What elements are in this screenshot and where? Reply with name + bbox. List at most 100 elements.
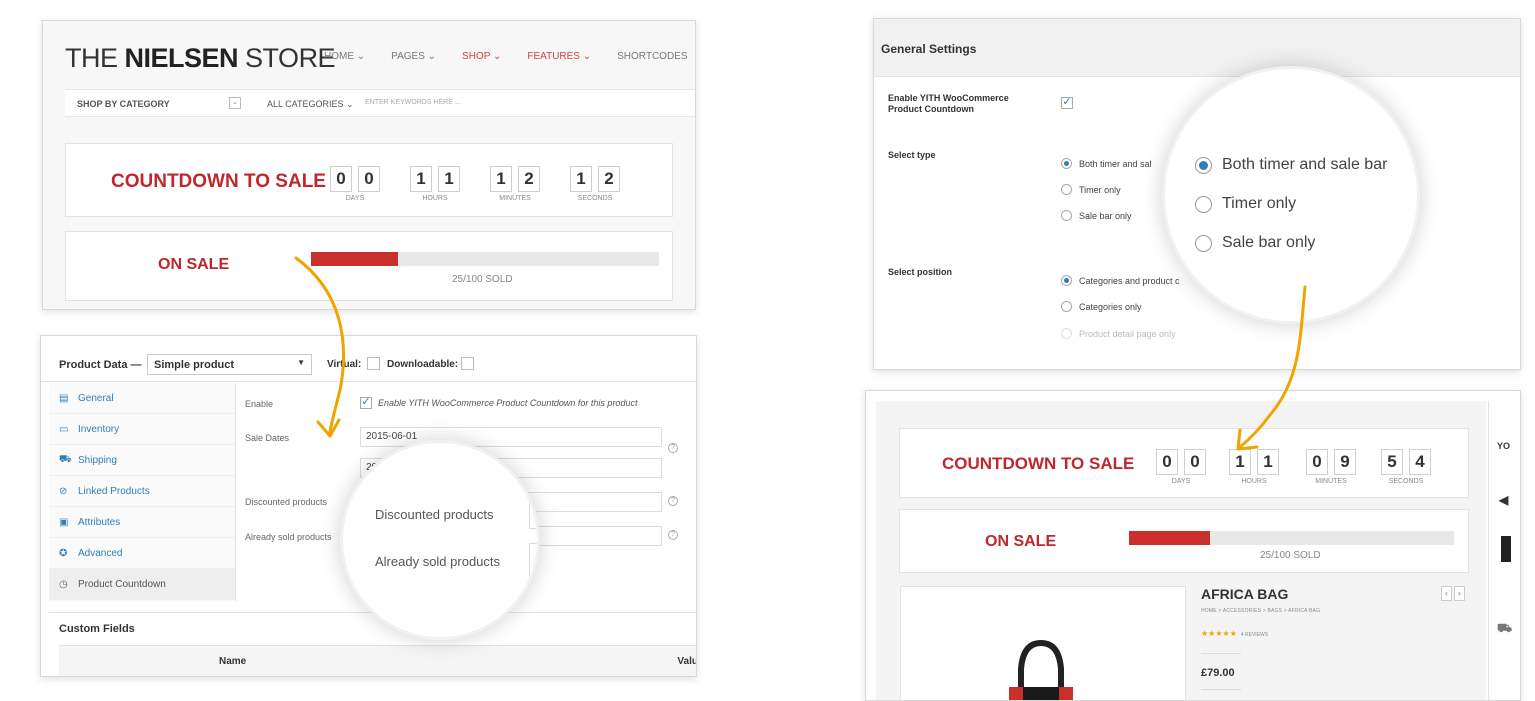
nav-pages[interactable]: PAGES ⌄ [378, 51, 449, 62]
breadcrumb[interactable]: HOME > ACCESSORIES > BAGS > AFRICA BAG [1201, 608, 1320, 614]
countdown-minutes: 12 MINUTES [490, 166, 540, 202]
on-sale-title: ON SALE [985, 533, 1057, 550]
settings-header: General Settings [874, 19, 1520, 77]
sale-progress-bar [311, 252, 659, 266]
product-data-header: Product Data — Simple product ▼ Virtual: … [41, 348, 696, 382]
type-both-radio[interactable]: Both timer and sal [1061, 158, 1152, 169]
chevron-left-icon[interactable]: ‹ [1441, 586, 1452, 601]
nav-features[interactable]: FEATURES ⌄ [514, 51, 604, 62]
product-price: £79.00 [1201, 667, 1235, 679]
already-sold-label: Already sold products [245, 532, 332, 542]
sale-progress-bar [1129, 531, 1454, 545]
column-value: Valu [677, 656, 697, 667]
countdown-box-top: COUNTDOWN TO SALE 00 DAYS 11 HOURS 12 MI… [65, 143, 673, 217]
position-product-radio[interactable]: Product detail page only [1061, 328, 1176, 339]
magnified-timer-radio[interactable]: Timer only [1195, 195, 1296, 213]
radio-icon [1061, 210, 1072, 221]
side-column: YO ◀ ⛟ [1488, 401, 1520, 700]
position-categories-radio[interactable]: Categories only [1061, 301, 1142, 312]
tab-shipping[interactable]: ⛟ Shipping [49, 445, 235, 476]
countdown-days: 00 DAYS [1156, 449, 1206, 485]
nav-shop[interactable]: SHOP ⌄ [449, 51, 514, 62]
help-icon[interactable]: ? [668, 496, 678, 506]
enable-checkbox[interactable]: ✓ [360, 397, 372, 409]
keyword-search-input[interactable]: ENTER KEYWORDS HERE ... [365, 99, 461, 106]
radio-icon [1195, 234, 1212, 252]
gear-icon: ✪ [59, 547, 68, 559]
radio-selected-icon [1195, 156, 1212, 174]
all-categories-select[interactable]: ALL CATEGORIES ⌄ [267, 99, 354, 110]
tab-product-countdown[interactable]: ◷ Product Countdown [49, 569, 235, 600]
type-timer-radio[interactable]: Timer only [1061, 184, 1121, 195]
countdown-hours: 11 HOURS [410, 166, 460, 202]
product-data-tabs: ▤ General ▭ Inventory ⛟ Shipping ⊘ Linked Pr… [49, 383, 236, 601]
chevron-down-icon: ▼ [297, 358, 305, 367]
countdown-minutes: 09 MINUTES [1306, 449, 1356, 485]
help-icon[interactable]: ? [668, 443, 678, 453]
countdown-seconds: 54 SECONDS [1381, 449, 1431, 485]
tab-general[interactable]: ▤ General [49, 383, 235, 414]
custom-fields-section: Custom Fields Name Valu [49, 612, 697, 676]
product-type-select[interactable]: Simple product ▼ [147, 354, 312, 375]
rating-stars[interactable]: ★★★★★ 4 REVIEWS [1201, 629, 1268, 638]
tab-inventory[interactable]: ▭ Inventory [49, 414, 235, 445]
shipping-icon: ⛟ [59, 453, 72, 465]
radio-icon [1061, 301, 1072, 312]
side-thumbnail[interactable] [1501, 536, 1511, 562]
shop-by-category[interactable]: SHOP BY CATEGORY [77, 99, 170, 109]
type-salebar-radio[interactable]: Sale bar only [1061, 210, 1132, 221]
countdown-box-bottom: COUNTDOWN TO SALE 00 DAYS 11 HOURS 09 MI… [899, 428, 1469, 498]
tab-linked-products[interactable]: ⊘ Linked Products [49, 476, 235, 507]
select-type-label: Select type [888, 150, 936, 160]
enable-label: Enable [245, 399, 274, 409]
virtual-checkbox[interactable] [367, 357, 380, 370]
magnified-both-radio[interactable]: Both timer and sale bar [1195, 156, 1387, 174]
sale-box-bottom: ON SALE 25/100 SOLD [899, 509, 1469, 573]
magnifier-product-fields: Discounted products Already sold product… [340, 440, 540, 640]
store-preview-panel: THE NIELSEN STORE HOME ⌄ PAGES ⌄ SHOP ⌄ … [42, 20, 696, 310]
radio-selected-icon [1061, 275, 1072, 286]
custom-fields-table-header: Name Valu [59, 645, 697, 676]
countdown-days: 00 DAYS [330, 166, 380, 202]
sale-date-from-input[interactable]: 2015-06-01 [360, 427, 662, 447]
radio-selected-icon [1061, 158, 1072, 169]
magnifier-select-type: Both timer and sale bar Timer only Sale … [1162, 66, 1420, 324]
clock-icon: ◷ [59, 578, 68, 590]
nav-home[interactable]: HOME ⌄ [311, 51, 378, 62]
tab-attributes[interactable]: ▣ Attributes [49, 507, 235, 538]
select-position-label: Select position [888, 267, 953, 277]
radio-icon [1061, 184, 1072, 195]
sale-dates-label: Sale Dates [245, 433, 290, 443]
divider [1201, 689, 1241, 690]
product-data-title: Product Data — [59, 359, 142, 371]
link-icon: ⊘ [59, 485, 68, 497]
review-count[interactable]: 4 REVIEWS [1241, 632, 1268, 638]
settings-title: General Settings [881, 42, 977, 56]
product-image[interactable] [900, 586, 1186, 700]
nav-shortcodes[interactable]: SHORTCODES [604, 51, 695, 62]
custom-fields-title: Custom Fields [59, 623, 135, 635]
product-pagination: ‹ › [1441, 586, 1465, 601]
chevron-right-icon[interactable]: › [1454, 586, 1465, 601]
position-both-radio[interactable]: Categories and product c [1061, 275, 1180, 286]
enable-description: Enable YITH WooCommerce Product Countdow… [378, 398, 638, 408]
countdown-hours: 11 HOURS [1229, 449, 1279, 485]
downloadable-checkbox[interactable] [461, 357, 474, 370]
sale-progress-fill [1129, 531, 1211, 545]
triangle-left-icon: ◀ [1499, 493, 1509, 507]
enable-countdown-checkbox[interactable]: ✓ [1061, 97, 1073, 109]
magnified-salebar-radio[interactable]: Sale bar only [1195, 234, 1315, 252]
store-logo[interactable]: THE NIELSEN STORE [65, 43, 336, 74]
sale-box-top: ON SALE 25/100 SOLD [65, 231, 673, 301]
general-icon: ▤ [59, 392, 69, 404]
tab-advanced[interactable]: ✪ Advanced [49, 538, 235, 569]
product-title: AFRICA BAG [1201, 586, 1289, 602]
radio-icon [1195, 195, 1212, 213]
top-navigation: HOME ⌄ PAGES ⌄ SHOP ⌄ FEATURES ⌄ SHORTCO… [311, 51, 695, 62]
chevron-down-icon[interactable]: ⌄ [229, 97, 241, 109]
magnified-discounted-label: Discounted products [375, 507, 494, 522]
on-sale-title: ON SALE [158, 256, 230, 273]
sale-progress-fill [311, 252, 398, 266]
help-icon[interactable]: ? [668, 530, 678, 540]
countdown-title: COUNTDOWN TO SALE [111, 171, 326, 192]
